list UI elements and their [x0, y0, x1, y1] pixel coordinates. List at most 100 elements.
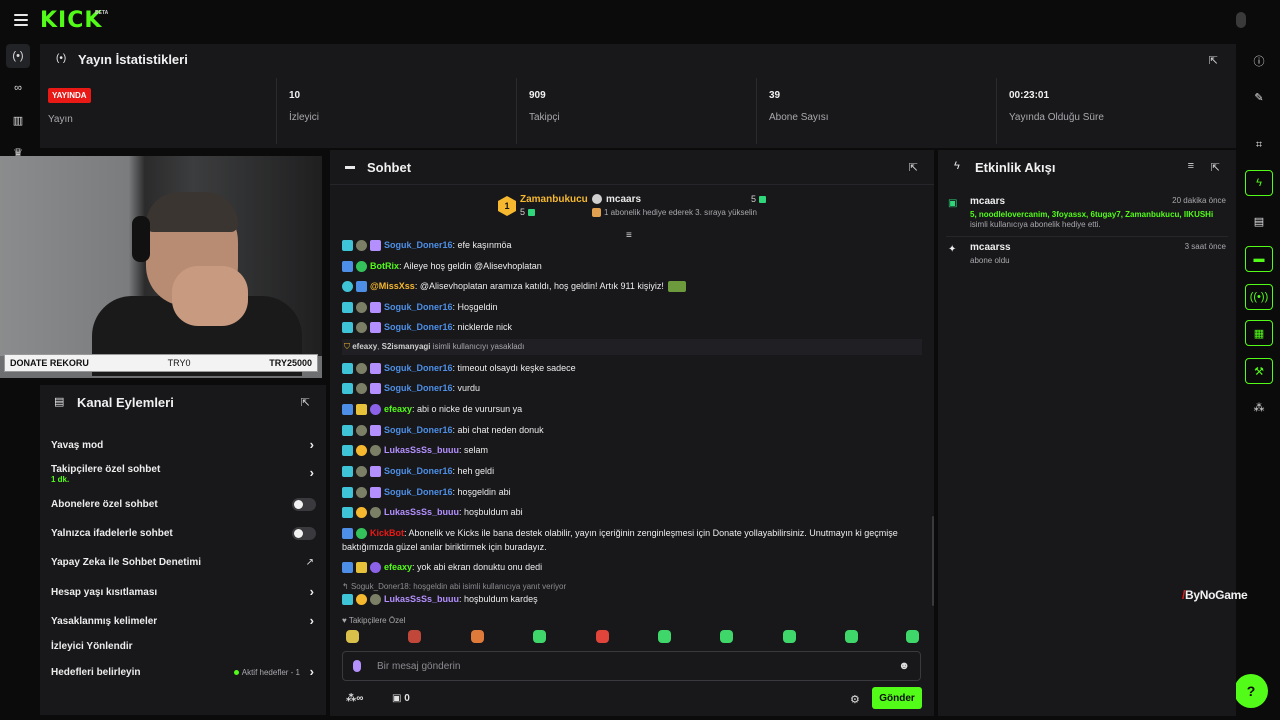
chat-message: Soguk_Doner16: abi chat neden donuk — [342, 425, 922, 437]
chat-username[interactable]: BotRix — [370, 261, 399, 271]
emote-icon[interactable] — [346, 630, 359, 643]
stream-broadcast-icon[interactable]: (•) — [6, 44, 30, 68]
chat-username[interactable]: LukasSsSs_buuu — [384, 445, 459, 455]
subscribers-only-toggle[interactable] — [292, 498, 316, 511]
popout-icon[interactable]: ⇱ — [301, 396, 310, 409]
emote-icon[interactable] — [471, 630, 484, 643]
chat-username[interactable]: @MissXss — [370, 281, 415, 291]
kick-logo[interactable]: KICK — [40, 8, 102, 33]
leaderboard-second[interactable]: mcaars 1 abonelik hediye ederek 3. sıray… — [592, 190, 772, 224]
emote-icon[interactable] — [658, 630, 671, 643]
activity-user[interactable]: mcaars — [970, 196, 1005, 207]
chat-text: : yok abi ekran donuktu onu dedi — [412, 562, 543, 572]
stat-label: Abone Sayısı — [769, 112, 829, 123]
gift-counter[interactable]: ▣ 0 — [392, 693, 410, 704]
activity-text: abone oldu — [970, 256, 1010, 265]
badge-icon — [370, 240, 381, 252]
chat-bubble-icon[interactable]: ▬ — [1245, 246, 1273, 272]
wrench-icon[interactable]: ⚒ — [1245, 358, 1273, 384]
chat-username[interactable]: efeaxy — [384, 404, 412, 414]
goals-row[interactable]: Hedefleri belirleyin Aktif hedefler - 1 … — [51, 664, 316, 679]
activity-user[interactable]: mcaarss — [970, 242, 1011, 253]
ai-moderation-row[interactable]: Yapay Zeka ile Sohbet Denetimi ↗ — [51, 557, 316, 568]
chat-username[interactable]: Soguk_Doner16 — [384, 487, 453, 497]
rank-coin-icon: 1 — [498, 196, 516, 216]
document-icon[interactable]: ▤ — [1245, 208, 1273, 234]
popout-icon[interactable]: ⇱ — [1211, 161, 1220, 174]
emote-icon[interactable] — [533, 630, 546, 643]
emote-icon[interactable] — [783, 630, 796, 643]
slow-mode-row[interactable]: Yavaş mod › — [51, 437, 316, 452]
account-age-row[interactable]: Hesap yaşı kısıtlaması › — [51, 584, 316, 599]
layout-icon[interactable]: ▦ — [1245, 320, 1273, 346]
chat-username[interactable]: LukasSsSs_buuu — [384, 594, 459, 604]
link-icon[interactable]: ∞ — [6, 76, 30, 100]
chat-username[interactable]: Soguk_Doner16 — [384, 466, 453, 476]
chat-scrollbar[interactable] — [932, 516, 934, 606]
stat-label: Yayında Olduğu Süre — [1009, 112, 1104, 123]
info-icon[interactable]: ⓘ — [1245, 48, 1273, 74]
user-avatar[interactable] — [1236, 12, 1246, 28]
popout-icon[interactable]: ⇱ — [909, 161, 918, 174]
chat-username[interactable]: Soguk_Doner16 — [384, 322, 453, 332]
emotes-only-toggle[interactable] — [292, 527, 316, 540]
emoji-icon[interactable]: ☻ — [898, 660, 910, 672]
chevron-right-icon: › — [309, 613, 314, 628]
chat-username[interactable]: Soguk_Doner16 — [384, 240, 453, 250]
chat-panel: ▬ Sohbet ⇱ 1 Zamanbukucu 5 mcaars 1 abon… — [330, 150, 934, 716]
gear-icon[interactable]: ⚙ — [850, 693, 860, 706]
host-row[interactable]: İzleyici Yönlendir — [51, 641, 316, 652]
popout-icon[interactable]: ⇱ — [1209, 54, 1218, 67]
chat-username[interactable]: efeaxy — [384, 562, 412, 572]
chat-username[interactable]: Soguk_Doner16 — [384, 302, 453, 312]
shield-icon: ⛉ — [344, 342, 350, 351]
badge-icon — [370, 404, 381, 416]
stat-value: 00:23:01 — [1009, 90, 1050, 101]
chat-input-placeholder: Bir mesaj gönderin — [377, 661, 461, 672]
menu-icon[interactable] — [14, 14, 28, 26]
chevron-right-icon: › — [309, 465, 314, 480]
chat-messages: Soguk_Doner16: efe kaşınmöa BotRix: Aile… — [342, 236, 922, 616]
banned-user-name[interactable]: S2ismanyagi — [382, 342, 431, 351]
badge-icon — [356, 261, 367, 273]
edit-icon[interactable]: ✎ — [1245, 84, 1273, 110]
analytics-icon[interactable]: ▥ — [6, 108, 30, 132]
followers-only-row[interactable]: Takipçilere özel sohbet 1 dk. › — [51, 464, 316, 484]
watermark-text: ByNoGame — [1185, 588, 1248, 602]
chat-message: @MissXss: @Alisevhoplatan aramıza katıld… — [342, 281, 922, 293]
chat-title: Sohbet — [367, 160, 412, 175]
reply-context[interactable]: ↰ Soguk_Doner18: hoşgeldin abi isimli ku… — [342, 582, 922, 591]
badge-icon — [370, 322, 381, 334]
channel-points[interactable]: ⁂∞ — [346, 693, 363, 704]
emote-icon[interactable] — [906, 630, 919, 643]
donate-record-amount: TRY25000 — [269, 358, 312, 368]
lightning-icon[interactable]: ϟ — [1245, 170, 1273, 196]
followers-only-duration: 1 dk. — [51, 475, 70, 484]
banned-words-row[interactable]: Yasaklanmış kelimeler › — [51, 613, 316, 628]
right-rail: ⓘ ✎ ⌗ ϟ ▤ ▬ ((•)) ▦ ⚒ ⁂ — [1240, 40, 1280, 720]
chat-text: : abi chat neden donuk — [452, 425, 544, 435]
clip-icon[interactable]: ⌗ — [1245, 132, 1273, 158]
leaderboard-first[interactable]: 1 Zamanbukucu 5 — [498, 190, 590, 224]
broadcast-icon[interactable]: ((•)) — [1245, 284, 1273, 310]
emote-icon[interactable] — [596, 630, 609, 643]
chat-username[interactable]: LukasSsSs_buuu — [384, 507, 459, 517]
support-chat-icon[interactable]: ? — [1234, 674, 1268, 708]
send-button[interactable]: Gönder — [872, 687, 922, 709]
badge-icon — [342, 562, 353, 574]
filter-icon[interactable]: ≡ — [1188, 160, 1194, 172]
microphone-icon[interactable] — [353, 660, 361, 672]
emote-icon[interactable] — [845, 630, 858, 643]
chat-username[interactable]: KickBot — [370, 528, 404, 538]
chat-message-continued: baktığımızda güzel anılar biriktirmek iç… — [342, 542, 922, 552]
emote-icon[interactable] — [408, 630, 421, 643]
group-icon[interactable]: ⁂ — [1245, 394, 1273, 420]
chat-username[interactable]: Soguk_Doner16 — [384, 363, 453, 373]
chat-username[interactable]: Soguk_Doner16 — [384, 383, 453, 393]
stream-video-preview[interactable]: DONATE REKORU TRY0 TRY25000 — [0, 156, 322, 378]
emote-icon[interactable] — [720, 630, 733, 643]
chat-username[interactable]: Soguk_Doner16 — [384, 425, 453, 435]
moderator-name[interactable]: efeaxy — [352, 342, 377, 351]
chat-text: : nicklerde nick — [452, 322, 513, 332]
chat-input[interactable]: Bir mesaj gönderin ☻ — [342, 651, 921, 681]
